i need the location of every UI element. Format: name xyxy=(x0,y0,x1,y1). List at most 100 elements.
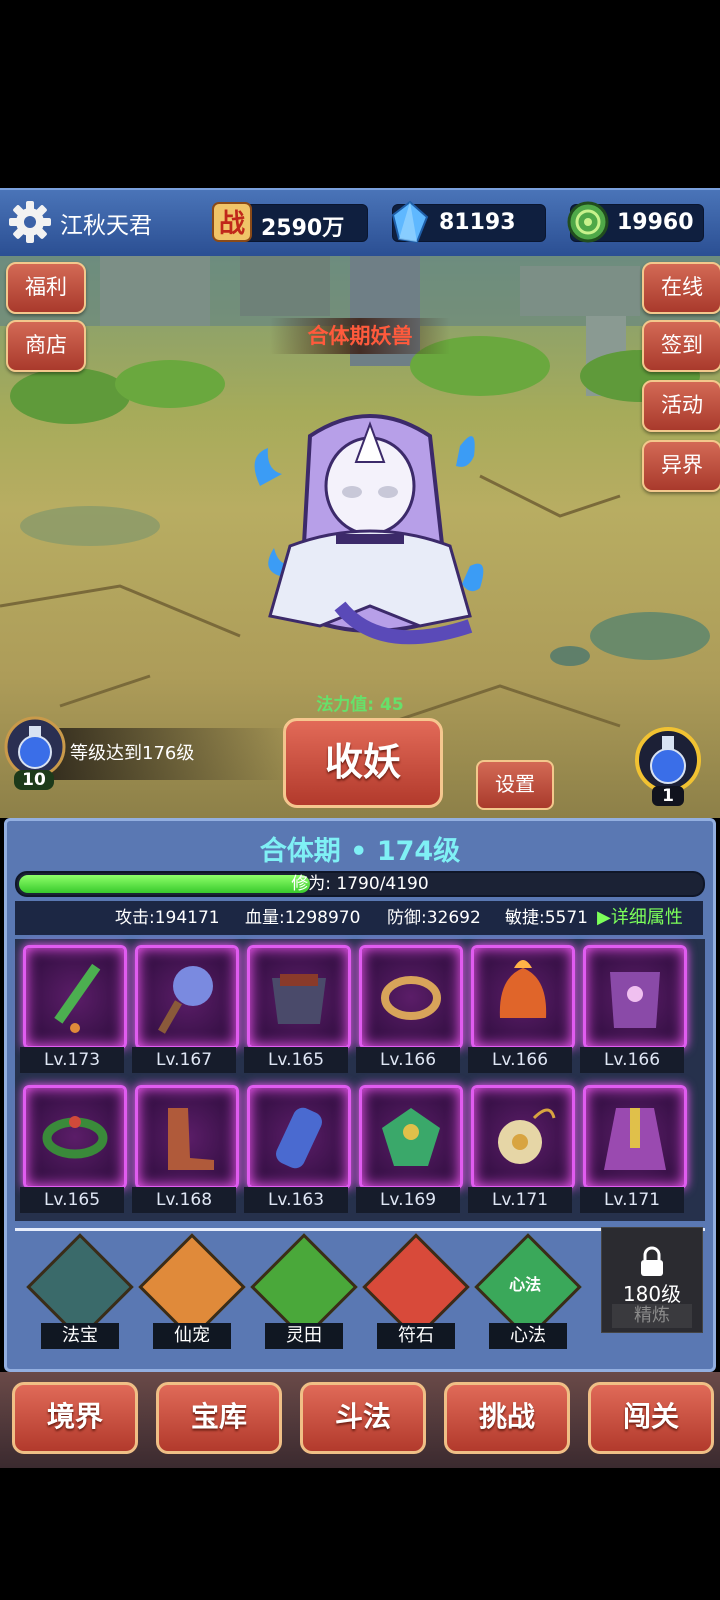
jade-value: 19960 xyxy=(617,210,694,235)
equip-level: Lv.166 xyxy=(468,1047,572,1073)
gear-icon[interactable] xyxy=(8,200,52,244)
left-potion-flask[interactable]: 10 xyxy=(4,716,66,802)
events-button[interactable]: 活动 xyxy=(642,380,720,432)
crystal-value: 81193 xyxy=(439,210,516,235)
equip-slot-mace[interactable] xyxy=(135,945,239,1049)
flame-helmet-icon xyxy=(499,960,547,1018)
chestplate-icon xyxy=(610,972,660,1028)
feature-label: 灵田 xyxy=(265,1323,343,1349)
feature-label: 心法 xyxy=(489,1323,567,1349)
equip-slot-pauldron[interactable] xyxy=(359,1085,463,1189)
equip-level: Lv.173 xyxy=(20,1047,124,1073)
agility-stat: 敏捷:5571 xyxy=(505,908,588,928)
catch-monster-button[interactable]: 收妖 xyxy=(283,718,443,808)
equip-level: Lv.165 xyxy=(20,1187,124,1213)
ghost-monster-sprite[interactable] xyxy=(240,406,500,686)
stats-row: 攻击:194171 血量:1298970 防御:32692 敏捷:5571 ▶详… xyxy=(15,901,703,935)
nav-challenge-button[interactable]: 挑战 xyxy=(444,1382,570,1454)
pauldron-icon xyxy=(382,1108,440,1166)
quest-text: 等级达到176级 xyxy=(70,743,195,764)
equip-level: Lv.167 xyxy=(132,1047,236,1073)
online-button[interactable]: 在线 xyxy=(642,262,720,314)
potion-flask-icon xyxy=(635,727,701,793)
lock-icon xyxy=(641,1246,663,1276)
nav-treasury-button[interactable]: 宝库 xyxy=(156,1382,282,1454)
right-flask-count: 1 xyxy=(652,786,684,806)
svg-text:战: 战 xyxy=(219,209,245,239)
jade-currency-display: 19960 xyxy=(567,201,704,243)
hp-stat: 血量:1298970 xyxy=(245,908,361,928)
equip-slot-armor[interactable] xyxy=(247,945,351,1049)
cultivation-progress-text: 修为: 1790/4190 xyxy=(291,874,429,894)
talisman-text: 心法 xyxy=(509,1274,542,1294)
jade-bracelet-icon xyxy=(42,1116,108,1159)
equip-level: Lv.171 xyxy=(468,1187,572,1213)
combat-power-value: 2590万 xyxy=(261,216,345,241)
sword-icon xyxy=(54,963,101,1033)
feature-spirit-field[interactable]: 灵田 xyxy=(250,1233,358,1353)
bracer-icon xyxy=(276,1107,322,1169)
equip-slot-boots[interactable] xyxy=(135,1085,239,1189)
shop-button[interactable]: 商店 xyxy=(6,320,86,372)
battle-power-icon: 战 xyxy=(212,202,252,242)
boots-icon xyxy=(168,1108,214,1170)
attack-stat: 攻击:194171 xyxy=(115,908,220,928)
top-status-bar: 江秋天君 战 2590万 81193 19960 xyxy=(0,188,720,258)
settings-button[interactable]: 设置 xyxy=(476,760,554,810)
otherworld-button[interactable]: 异界 xyxy=(642,440,720,492)
defense-stat: 防御:32692 xyxy=(387,908,481,928)
feature-magic-treasure[interactable]: 法宝 xyxy=(26,1233,134,1353)
equip-level: Lv.169 xyxy=(356,1187,460,1213)
nav-stage-button[interactable]: 闯关 xyxy=(588,1382,714,1454)
armor-icon xyxy=(272,974,326,1024)
player-name[interactable]: 江秋天君 xyxy=(60,206,152,240)
welfare-button[interactable]: 福利 xyxy=(6,262,86,314)
cultivation-progress-bar: 修为: 1790/4190 xyxy=(15,871,705,897)
nav-realm-button[interactable]: 境界 xyxy=(12,1382,138,1454)
potion-flask-icon xyxy=(4,716,66,778)
feature-rune-stone[interactable]: 符石 xyxy=(362,1233,470,1353)
feature-mind-method[interactable]: 心法 心法 xyxy=(474,1233,582,1353)
equip-level: Lv.168 xyxy=(132,1187,236,1213)
checkin-button[interactable]: 签到 xyxy=(642,320,720,372)
quest-objective[interactable]: 等级达到176级 xyxy=(40,728,290,780)
bottom-navigation: 境界 宝库 斗法 挑战 闯关 xyxy=(0,1372,720,1468)
blue-crystal-icon xyxy=(391,200,429,244)
equipment-grid: Lv.173 Lv.167 Lv.165 Lv.166 Lv.166 Lv.16… xyxy=(15,939,705,1221)
left-flask-count: 10 xyxy=(14,770,54,790)
equip-slot-bracelet[interactable] xyxy=(23,1085,127,1189)
equip-level: Lv.171 xyxy=(580,1187,684,1213)
unlock-level-text: 180级 xyxy=(622,1282,682,1306)
equip-slot-ring[interactable] xyxy=(359,945,463,1049)
realm-level-title: 合体期 • 174级 xyxy=(259,836,461,867)
gold-ring-icon xyxy=(381,976,441,1020)
detailed-attributes-link[interactable]: ▶详细属性 xyxy=(597,901,683,935)
equip-level: Lv.163 xyxy=(244,1187,348,1213)
amulet-icon xyxy=(498,1108,556,1164)
spiked-mace-icon xyxy=(158,966,213,1034)
equip-level: Lv.166 xyxy=(356,1047,460,1073)
equip-slot-cloak[interactable] xyxy=(583,1085,687,1189)
right-potion-flask[interactable]: 1 xyxy=(634,726,702,812)
equip-slot-amulet[interactable] xyxy=(471,1085,575,1189)
feature-spirit-pet[interactable]: 仙宠 xyxy=(138,1233,246,1353)
feature-label: 符石 xyxy=(377,1323,455,1349)
feature-label: 仙宠 xyxy=(153,1323,231,1349)
character-info-panel: 合体期 • 174级 修为: 1790/4190 攻击:194171 血量:12… xyxy=(4,818,716,1372)
cloak-icon xyxy=(604,1108,666,1170)
monster-stage-title: 合体期妖兽 xyxy=(270,318,450,354)
combat-power-display: 战 2590万 xyxy=(212,202,368,242)
equip-level: Lv.166 xyxy=(580,1047,684,1073)
locked-feature-label: 精炼 xyxy=(612,1304,692,1328)
nav-duel-button[interactable]: 斗法 xyxy=(300,1382,426,1454)
equip-level: Lv.165 xyxy=(244,1047,348,1073)
equip-slot-helmet[interactable] xyxy=(471,945,575,1049)
equip-slot-sword[interactable] xyxy=(23,945,127,1049)
feature-refine-locked[interactable]: 180级 精炼 xyxy=(601,1227,703,1333)
equip-slot-chestplate[interactable] xyxy=(583,945,687,1049)
crystal-currency-display: 81193 xyxy=(391,200,546,244)
mana-value-label: 法力值: 45 xyxy=(316,695,404,715)
jade-coin-icon xyxy=(567,201,609,243)
equip-slot-bracer[interactable] xyxy=(247,1085,351,1189)
battle-scene: 福利 商店 在线 签到 活动 异界 合体期妖兽 法力值: 45 收妖 设置 等级… xyxy=(0,256,720,818)
